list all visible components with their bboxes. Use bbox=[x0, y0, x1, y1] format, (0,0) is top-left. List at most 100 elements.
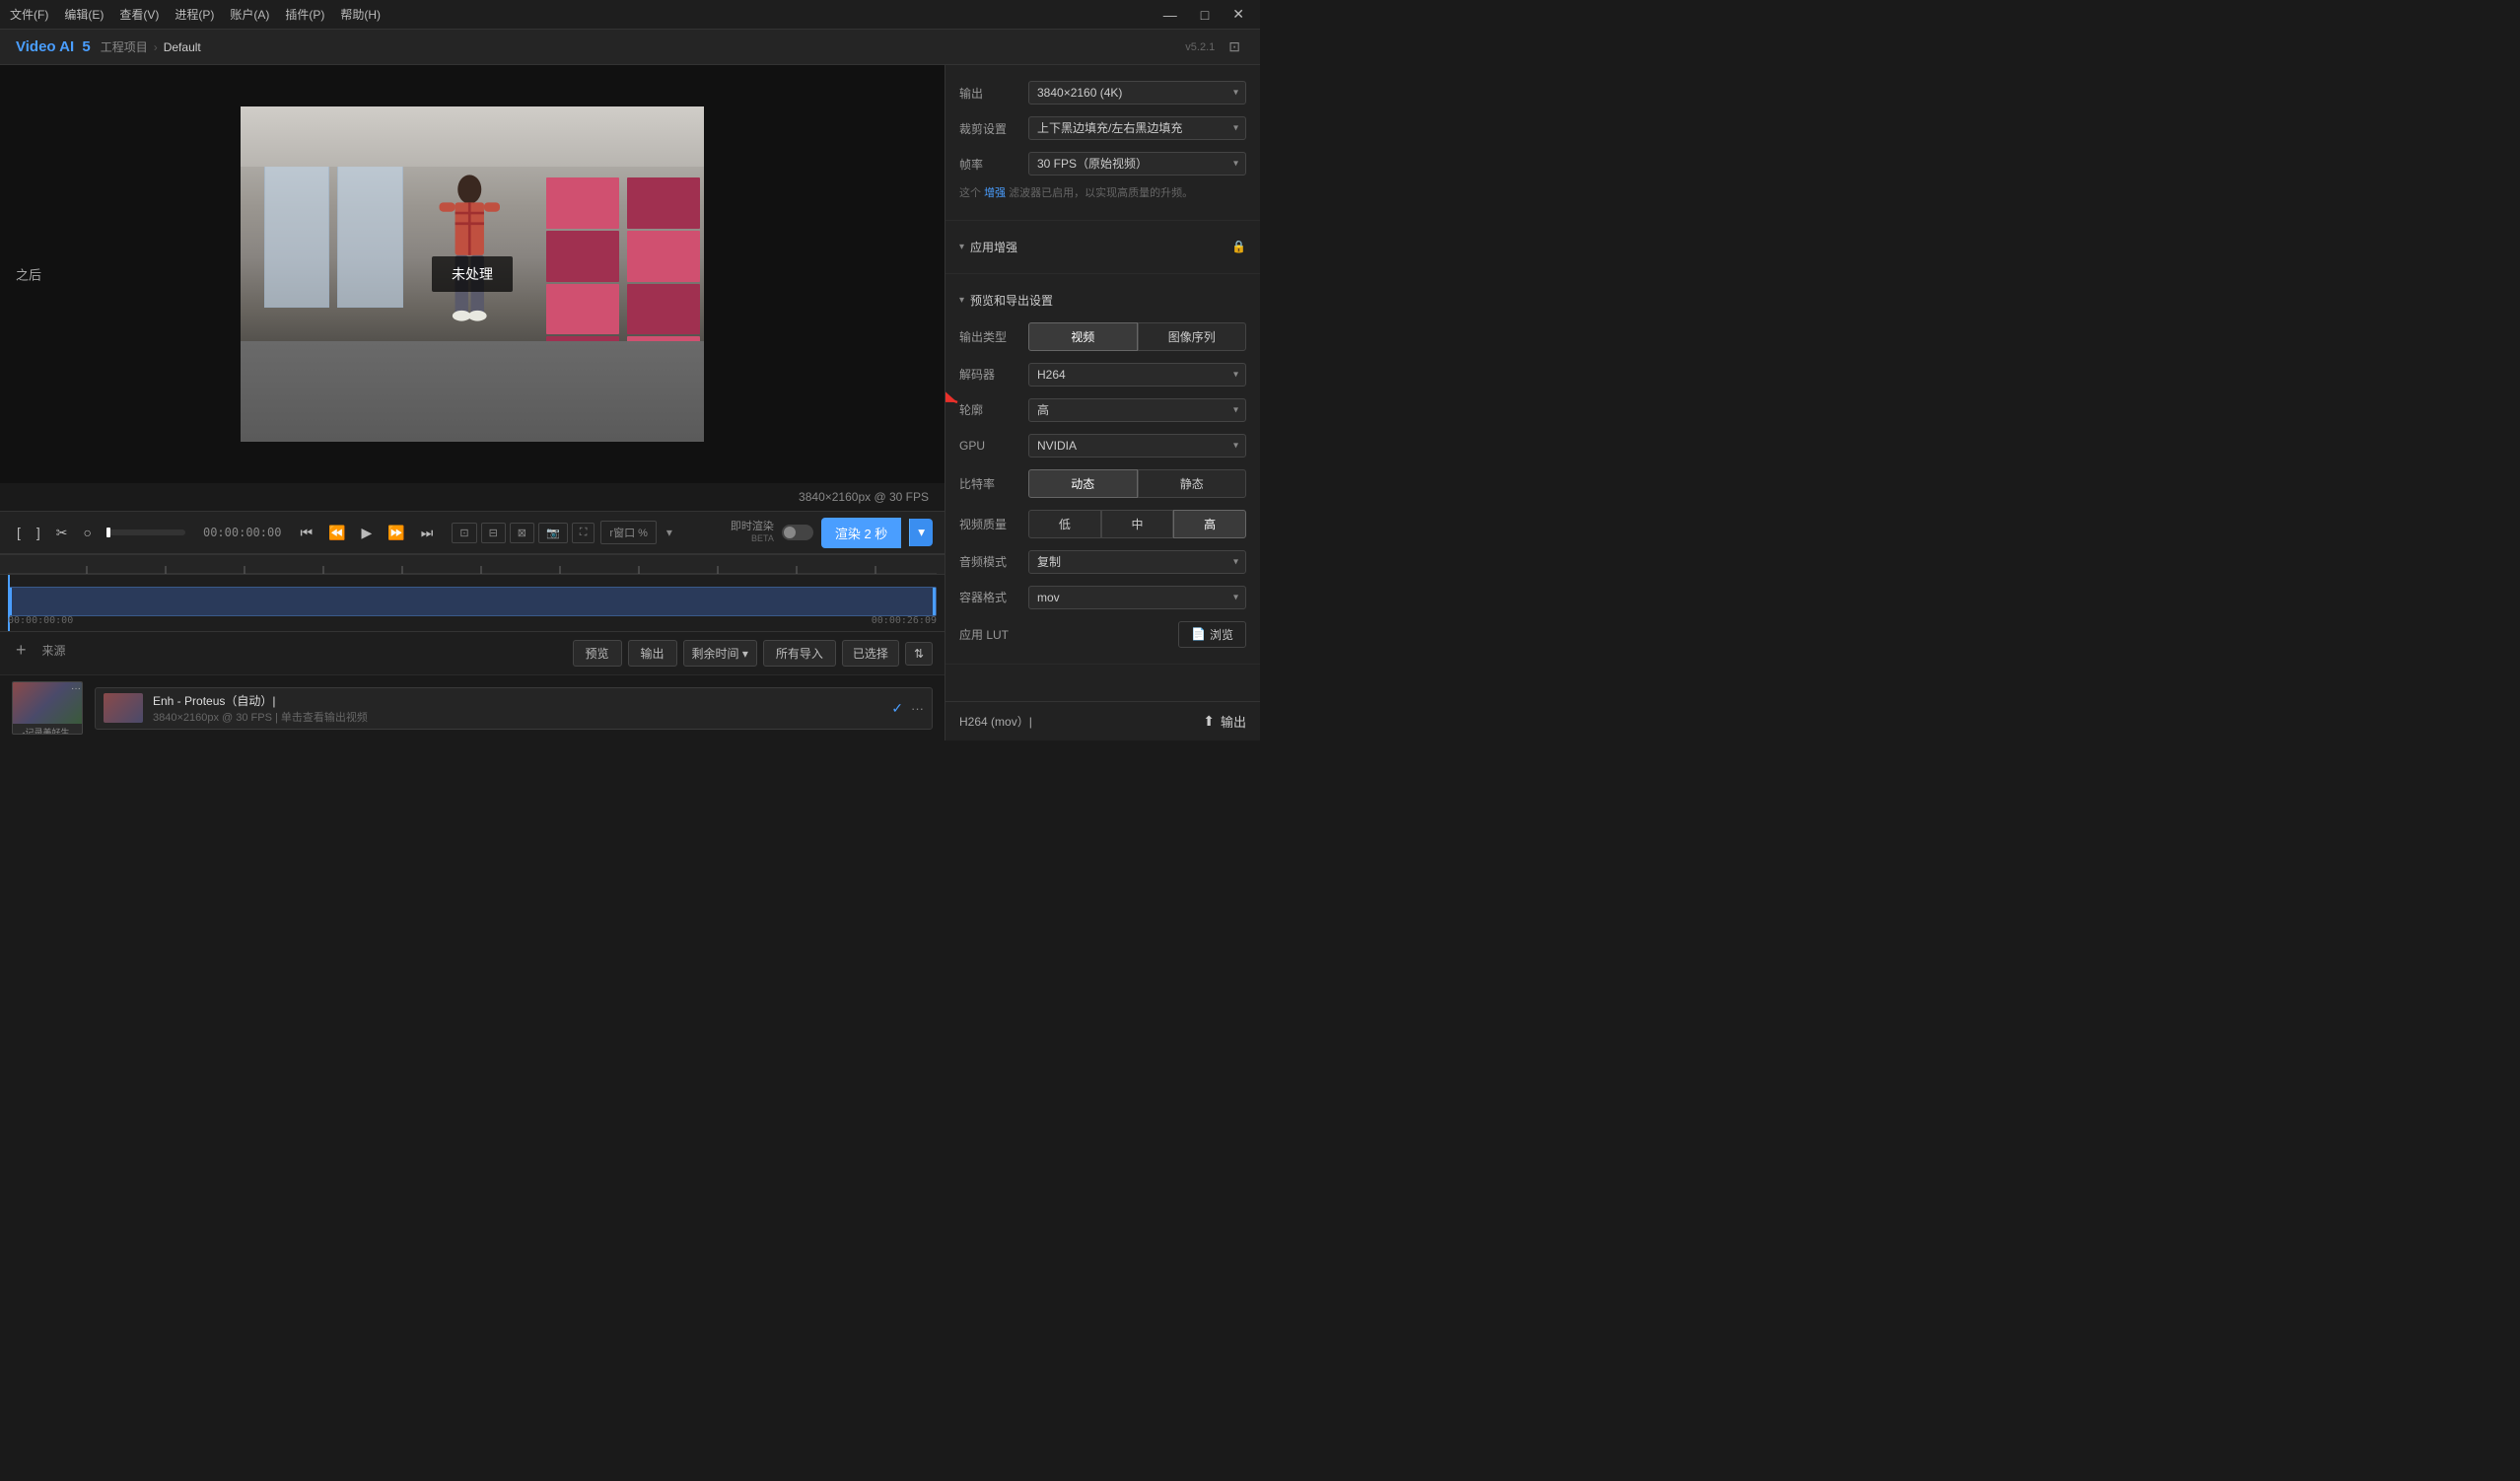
bitrate-buttons: 动态 静态 bbox=[1028, 469, 1246, 498]
play-btn[interactable]: ▶ bbox=[357, 521, 378, 545]
preview-button[interactable]: 预览 bbox=[573, 640, 622, 667]
export-panel-button[interactable]: ⊡ bbox=[1225, 36, 1244, 57]
timeline-clip[interactable] bbox=[8, 587, 937, 616]
file-entry-more-btn[interactable]: ··· bbox=[911, 701, 924, 716]
minimize-button[interactable]: — bbox=[1157, 5, 1183, 25]
arrow-annotation bbox=[945, 383, 959, 422]
output-type-video-btn[interactable]: 视频 bbox=[1028, 322, 1138, 351]
view-cam-btn[interactable]: 📷 bbox=[538, 523, 568, 543]
bitrate-static-btn[interactable]: 静态 bbox=[1138, 469, 1247, 498]
live-render-label: 即时渲染 BETA bbox=[731, 521, 774, 544]
apply-enhance-title: ▾ 应用增强 bbox=[959, 239, 1017, 255]
video-preview-container: 之后 bbox=[0, 65, 945, 483]
skip-back-btn[interactable]: ⏮ bbox=[295, 521, 317, 545]
view-split-btn[interactable]: ⊟ bbox=[481, 523, 506, 543]
menu-edit[interactable]: 编辑(E) bbox=[64, 6, 104, 23]
bottom-bar: H264 (mov）| ⬆ 输出 bbox=[945, 701, 1260, 740]
clip-out-handle[interactable] bbox=[933, 588, 936, 615]
after-label: 之后 bbox=[16, 265, 41, 284]
output-button[interactable]: 输出 bbox=[628, 640, 677, 667]
quality-mid-btn[interactable]: 中 bbox=[1101, 510, 1174, 538]
profile-select-wrapper: 高 bbox=[1028, 398, 1246, 422]
locker-cell bbox=[546, 177, 619, 229]
menu-help[interactable]: 帮助(H) bbox=[340, 6, 381, 23]
fps-label: 帧率 bbox=[959, 156, 1018, 173]
maximize-button[interactable]: □ bbox=[1195, 5, 1215, 25]
output-select-wrapper: 3840×2160 (4K) bbox=[1028, 81, 1246, 105]
menu-account[interactable]: 账户(A) bbox=[230, 6, 269, 23]
gpu-select[interactable]: NVIDIA bbox=[1028, 434, 1246, 458]
quality-high-btn[interactable]: 高 bbox=[1173, 510, 1246, 538]
menu-plugin[interactable]: 插件(P) bbox=[285, 6, 324, 23]
sort-button[interactable]: ⇅ bbox=[905, 642, 933, 666]
app-logo: Video AI 5 bbox=[16, 38, 91, 55]
boost-note: 这个 增强 滤波器已启用，以实现高质量的升频。 bbox=[959, 181, 1246, 210]
breadcrumb-root[interactable]: 工程项目 bbox=[101, 38, 148, 55]
view-buttons: ⊡ ⊟ ⊠ 📷 ⛶ bbox=[452, 523, 595, 543]
preview-export-label: 预览和导出设置 bbox=[970, 292, 1053, 309]
source-label: 来源 bbox=[42, 640, 66, 659]
skip-fwd-btn[interactable]: ⏭ bbox=[416, 521, 439, 545]
crop-select[interactable]: 上下黑边填充/左右黑边填充 bbox=[1028, 116, 1246, 140]
container-select[interactable]: mov bbox=[1028, 586, 1246, 609]
bitrate-label: 比特率 bbox=[959, 475, 1018, 492]
lut-browse-button[interactable]: 📄 浏览 bbox=[1178, 621, 1246, 648]
view-full-btn[interactable]: ⛶ bbox=[572, 523, 595, 543]
decoder-select[interactable]: H264 bbox=[1028, 363, 1246, 387]
add-source-button[interactable]: + bbox=[12, 640, 31, 661]
set-in-btn[interactable]: [ bbox=[12, 521, 26, 544]
fps-select[interactable]: 30 FPS（原始视频） bbox=[1028, 152, 1246, 176]
render-arrow-button[interactable]: ▾ bbox=[909, 519, 933, 546]
output-type-row: 输出类型 视频 图像序列 bbox=[959, 317, 1246, 357]
timeline-ruler bbox=[0, 555, 945, 575]
step-fwd-btn[interactable]: ⏩ bbox=[383, 521, 409, 545]
lut-label: 应用 LUT bbox=[959, 626, 1018, 643]
close-button[interactable]: ✕ bbox=[1226, 4, 1250, 25]
apply-enhance-header[interactable]: ▾ 应用增强 🔒 bbox=[959, 231, 1246, 263]
trim-btn[interactable]: ✂ bbox=[51, 521, 73, 545]
quality-low-btn[interactable]: 低 bbox=[1028, 510, 1101, 538]
remaining-time-select[interactable]: 剩余时间 ▾ bbox=[683, 640, 757, 667]
view-fit-btn[interactable]: ⊡ bbox=[452, 523, 476, 543]
preview-area: 之后 bbox=[0, 65, 945, 740]
breadcrumb: 工程项目 › Default bbox=[101, 38, 201, 55]
export-button[interactable]: ⬆ 输出 bbox=[1203, 712, 1246, 731]
file-entry-info: Enh - Proteus（自动）| 3840×2160px @ 30 FPS … bbox=[153, 692, 881, 725]
export-upload-icon: ⬆ bbox=[1203, 713, 1215, 730]
window-arrow-btn[interactable]: ▾ bbox=[663, 523, 676, 542]
profile-row: 轮廓 高 bbox=[959, 392, 1246, 428]
marker-btn[interactable]: ○ bbox=[79, 521, 97, 544]
step-back-btn[interactable]: ⏪ bbox=[323, 521, 350, 545]
selected-button[interactable]: 已选择 bbox=[842, 640, 899, 667]
header: Video AI 5 工程项目 › Default v5.2.1 ⊡ bbox=[0, 30, 1260, 65]
set-out-btn[interactable]: ] bbox=[32, 521, 45, 544]
timeline-track[interactable]: 00:00:00:00 00:00:26:09 bbox=[0, 575, 945, 631]
timeline-area: 00:00:00:00 00:00:26:09 bbox=[0, 554, 945, 631]
audio-select[interactable]: 复制 bbox=[1028, 550, 1246, 574]
output-label: 输出 bbox=[959, 85, 1018, 102]
breadcrumb-arrow: › bbox=[154, 40, 158, 54]
live-render-toggle[interactable] bbox=[782, 525, 813, 540]
gpu-label: GPU bbox=[959, 439, 1018, 453]
menu-process[interactable]: 进程(P) bbox=[175, 6, 214, 23]
profile-select[interactable]: 高 bbox=[1028, 398, 1246, 422]
ceiling bbox=[241, 106, 704, 167]
menu-view[interactable]: 查看(V) bbox=[119, 6, 159, 23]
bitrate-row: 比特率 动态 静态 bbox=[959, 463, 1246, 504]
decoder-label: 解码器 bbox=[959, 366, 1018, 383]
window-percent-btn[interactable]: r窗口 % bbox=[600, 521, 657, 544]
render-button[interactable]: 渲染 2 秒 bbox=[821, 518, 901, 548]
output-type-image-btn[interactable]: 图像序列 bbox=[1138, 322, 1247, 351]
lock-icon: 🔒 bbox=[1231, 240, 1246, 253]
view-side-btn[interactable]: ⊠ bbox=[510, 523, 534, 543]
toggle-knob bbox=[784, 527, 796, 538]
preview-export-section: ▾ 预览和导出设置 输出类型 视频 图像序列 解码器 H264 bbox=[945, 274, 1260, 665]
output-select[interactable]: 3840×2160 (4K) bbox=[1028, 81, 1246, 105]
import-all-button[interactable]: 所有导入 bbox=[763, 640, 836, 667]
preview-export-header[interactable]: ▾ 预览和导出设置 bbox=[959, 284, 1246, 317]
audio-row: 音频模式 复制 bbox=[959, 544, 1246, 580]
file-thumb-more-btn[interactable]: ··· bbox=[71, 683, 81, 694]
bitrate-dynamic-btn[interactable]: 动态 bbox=[1028, 469, 1138, 498]
menu-file[interactable]: 文件(F) bbox=[10, 6, 48, 23]
locker-cell bbox=[627, 177, 700, 229]
